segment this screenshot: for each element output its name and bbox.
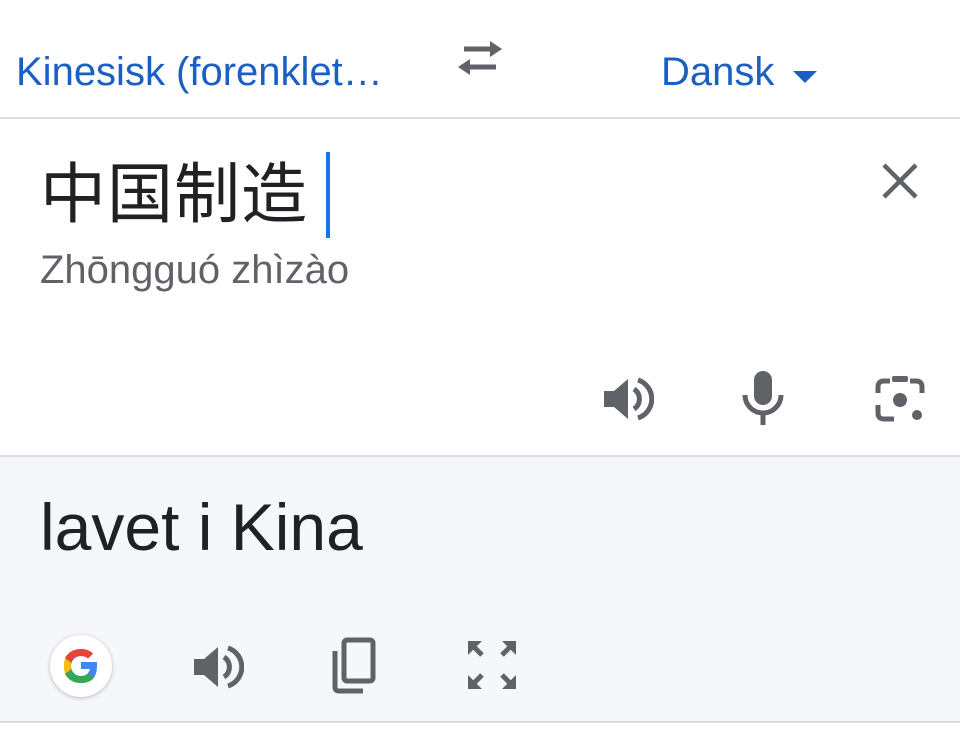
speaker-icon [604,377,654,421]
target-language-label: Dansk [661,50,775,94]
listen-source-button[interactable] [596,369,656,429]
source-panel: 中国制造 Zhōngguó zhìzào [0,119,960,457]
source-input[interactable]: 中国制造 [40,149,330,241]
translation-panel: lavet i Kina [0,457,960,723]
google-icon [64,649,97,683]
camera-icon [875,376,925,422]
source-text: 中国制造 [40,156,308,233]
close-icon [882,163,918,199]
microphone-icon [742,371,784,425]
clear-text-button[interactable] [872,153,928,209]
text-cursor [326,152,330,238]
copy-button[interactable] [323,635,383,695]
copy-icon [332,637,376,694]
language-bar: Kinesisk (forenklet… Dansk [0,0,960,119]
caret-down-icon [793,71,818,83]
swap-languages-button[interactable] [452,34,508,84]
fullscreen-icon [468,641,516,689]
swap-arrows-icon [458,41,502,75]
google-button[interactable] [50,635,112,697]
source-language-selector[interactable]: Kinesisk (forenklet… [16,48,383,96]
translation-text: lavet i Kina [40,490,363,564]
camera-button[interactable] [870,369,930,429]
microphone-button[interactable] [733,369,793,429]
romanization-text: Zhōngguó zhìzào [40,248,350,292]
fullscreen-button[interactable] [462,635,522,695]
speaker-icon [194,645,244,689]
target-language-selector[interactable]: Dansk [661,48,818,96]
listen-translation-button[interactable] [186,637,246,697]
